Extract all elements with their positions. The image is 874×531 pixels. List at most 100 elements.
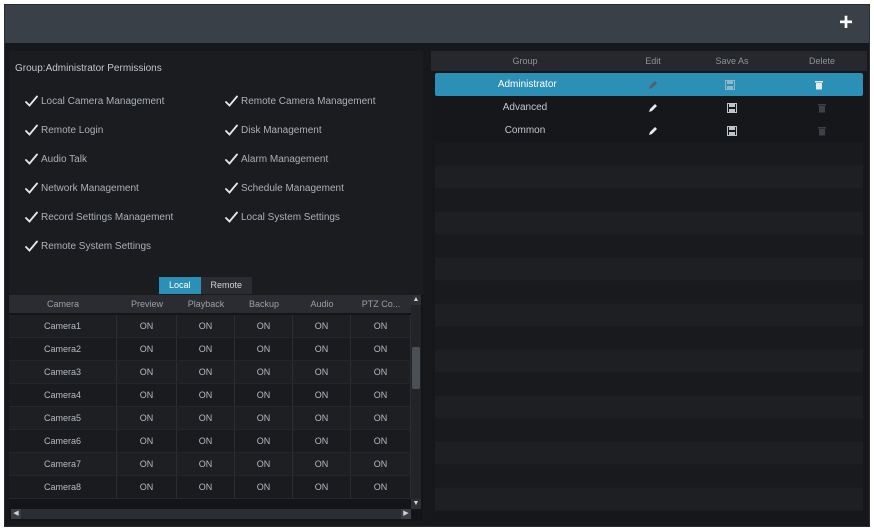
- permission-value-cell[interactable]: ON: [177, 476, 235, 498]
- pencil-icon[interactable]: [619, 126, 687, 136]
- permission-value-cell[interactable]: ON: [117, 453, 177, 475]
- checkmark-icon: [225, 211, 238, 223]
- permission-value-cell[interactable]: ON: [177, 407, 235, 429]
- permission-value-cell[interactable]: ON: [117, 476, 177, 498]
- permission-value-cell[interactable]: ON: [117, 407, 177, 429]
- permission-value-cell[interactable]: ON: [351, 453, 411, 475]
- empty-row: [435, 465, 863, 488]
- tab-local[interactable]: Local: [159, 277, 201, 294]
- save-icon[interactable]: [686, 79, 774, 90]
- scroll-down-icon[interactable]: ▼: [411, 499, 421, 509]
- permission-value-cell[interactable]: ON: [177, 361, 235, 383]
- scroll-left-icon[interactable]: ◀: [11, 509, 21, 519]
- permission-value-cell[interactable]: ON: [235, 361, 293, 383]
- camera-name-cell: Camera5: [9, 407, 117, 429]
- tab-remote[interactable]: Remote: [200, 277, 253, 294]
- table-row[interactable]: Camera6 ON ON ON ON ON: [9, 430, 411, 453]
- permission-value-cell[interactable]: ON: [351, 361, 411, 383]
- empty-row: [435, 304, 863, 327]
- permission-value-cell[interactable]: ON: [293, 407, 351, 429]
- permission-value-cell[interactable]: ON: [351, 476, 411, 498]
- vertical-scrollbar[interactable]: ▲ ▼: [411, 295, 421, 509]
- permission-value-cell[interactable]: ON: [177, 338, 235, 360]
- column-header[interactable]: Audio: [293, 295, 351, 313]
- horizontal-scrollbar[interactable]: ◀ ▶: [11, 509, 411, 519]
- permission-value-cell[interactable]: ON: [177, 315, 235, 337]
- table-row[interactable]: Camera3 ON ON ON ON ON: [9, 361, 411, 384]
- pencil-icon[interactable]: [619, 103, 687, 113]
- permission-value-cell[interactable]: ON: [235, 453, 293, 475]
- table-row[interactable]: Camera7 ON ON ON ON ON: [9, 453, 411, 476]
- group-list-panel: Group Edit Save As Delete Administrator A…: [431, 51, 867, 521]
- empty-row: [435, 327, 863, 350]
- save-icon[interactable]: [687, 102, 777, 113]
- permission-value-cell[interactable]: ON: [351, 430, 411, 452]
- permission-value-cell[interactable]: ON: [235, 338, 293, 360]
- permission-item[interactable]: Remote System Settings: [25, 240, 151, 252]
- scroll-thumb[interactable]: [412, 347, 420, 389]
- empty-row: [435, 235, 863, 258]
- permission-value-cell[interactable]: ON: [117, 315, 177, 337]
- checkmark-icon: [25, 240, 38, 252]
- permission-item[interactable]: Alarm Management: [225, 153, 328, 165]
- empty-row: [435, 396, 863, 419]
- permission-item[interactable]: Remote Camera Management: [225, 95, 376, 107]
- column-header[interactable]: Backup: [235, 295, 293, 313]
- table-row[interactable]: Camera8 ON ON ON ON ON: [9, 476, 411, 499]
- permission-value-cell[interactable]: ON: [177, 453, 235, 475]
- group-row[interactable]: Advanced: [431, 96, 867, 119]
- permission-value-cell[interactable]: ON: [293, 430, 351, 452]
- permission-value-cell[interactable]: ON: [351, 384, 411, 406]
- permission-value-cell[interactable]: ON: [117, 361, 177, 383]
- group-name: Advanced: [502, 102, 548, 113]
- permission-value-cell[interactable]: ON: [235, 476, 293, 498]
- column-header[interactable]: Preview: [117, 295, 177, 313]
- permission-value-cell[interactable]: ON: [177, 430, 235, 452]
- save-icon[interactable]: [687, 125, 777, 136]
- table-row[interactable]: Camera2 ON ON ON ON ON: [9, 338, 411, 361]
- permission-value-cell[interactable]: ON: [351, 338, 411, 360]
- permission-item[interactable]: Local Camera Management: [25, 95, 164, 107]
- column-header[interactable]: Playback: [177, 295, 235, 313]
- permission-value-cell[interactable]: ON: [235, 384, 293, 406]
- permission-value-cell[interactable]: ON: [117, 384, 177, 406]
- permission-value-cell[interactable]: ON: [235, 315, 293, 337]
- scroll-right-icon[interactable]: ▶: [401, 509, 411, 519]
- permission-item[interactable]: Remote Login: [25, 124, 103, 136]
- scroll-up-icon[interactable]: ▲: [411, 295, 421, 305]
- permission-value-cell[interactable]: ON: [351, 315, 411, 337]
- permission-value-cell[interactable]: ON: [293, 338, 351, 360]
- checkmark-icon: [225, 182, 238, 194]
- permission-item[interactable]: Network Management: [25, 182, 139, 194]
- camera-name-cell: Camera2: [9, 338, 117, 360]
- group-row[interactable]: Administrator: [435, 73, 863, 96]
- add-group-button[interactable]: +: [835, 11, 857, 35]
- permission-value-cell[interactable]: ON: [117, 338, 177, 360]
- permission-value-cell[interactable]: ON: [235, 407, 293, 429]
- permission-value-cell[interactable]: ON: [351, 407, 411, 429]
- permission-value-cell[interactable]: ON: [293, 361, 351, 383]
- camera-name-cell: Camera3: [9, 361, 117, 383]
- permission-value-cell[interactable]: ON: [293, 476, 351, 498]
- column-header[interactable]: Camera: [9, 295, 117, 313]
- checkmark-icon: [25, 124, 38, 136]
- table-row[interactable]: Camera4 ON ON ON ON ON: [9, 384, 411, 407]
- permission-item[interactable]: Disk Management: [225, 124, 322, 136]
- permission-item[interactable]: Schedule Management: [225, 182, 344, 194]
- trash-icon[interactable]: [775, 80, 863, 90]
- column-header[interactable]: PTZ Co...: [351, 295, 411, 313]
- permission-value-cell[interactable]: ON: [293, 384, 351, 406]
- permission-value-cell[interactable]: ON: [235, 430, 293, 452]
- checkmark-icon: [25, 182, 38, 194]
- permission-item[interactable]: Local System Settings: [225, 211, 340, 223]
- group-row[interactable]: Common: [431, 119, 867, 142]
- permission-item[interactable]: Audio Talk: [25, 153, 87, 165]
- permission-value-cell[interactable]: ON: [293, 453, 351, 475]
- permission-value-cell[interactable]: ON: [177, 384, 235, 406]
- permission-value-cell[interactable]: ON: [117, 430, 177, 452]
- empty-row: [435, 488, 863, 511]
- permission-value-cell[interactable]: ON: [293, 315, 351, 337]
- permission-item[interactable]: Record Settings Management: [25, 211, 173, 223]
- table-row[interactable]: Camera5 ON ON ON ON ON: [9, 407, 411, 430]
- table-row[interactable]: Camera1 ON ON ON ON ON: [9, 315, 411, 338]
